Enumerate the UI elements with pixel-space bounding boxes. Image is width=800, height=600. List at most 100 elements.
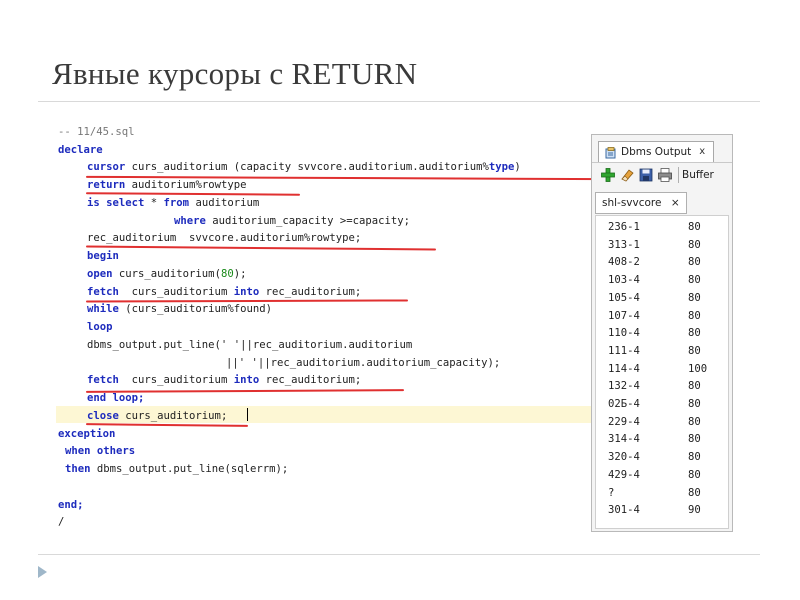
code-text: curs_auditorium — [118, 286, 234, 298]
output-row: 105-4 80 — [608, 291, 701, 304]
kw-declare: declare — [58, 144, 103, 156]
code-text: curs_auditorium; — [118, 410, 228, 422]
output-capacity: 80 — [688, 238, 701, 251]
output-row: 114-4 100 — [608, 362, 707, 375]
output-room: 313-1 — [608, 238, 640, 251]
code-text: rec_auditorium; — [259, 374, 362, 386]
add-icon[interactable] — [599, 166, 617, 184]
output-row: 320-4 80 — [608, 451, 701, 464]
output-row: 236-1 80 — [608, 221, 701, 233]
code-line-1: -- 11/45.sql — [58, 124, 135, 141]
output-capacity: 80 — [688, 433, 701, 446]
output-room: 320-4 — [608, 451, 640, 464]
dbms-toolbar: Buffer — [592, 162, 732, 186]
output-capacity: 80 — [688, 291, 701, 304]
code-text: curs_auditorium — [118, 374, 234, 386]
code-line-19: when others — [65, 443, 135, 460]
code-text: auditorium%rowtype — [125, 179, 247, 191]
output-row: 111-4 80 — [608, 344, 701, 357]
code-line-9: open curs_auditorium(80); — [87, 266, 246, 283]
code-text: auditorium — [189, 197, 260, 209]
kw-return: return — [87, 179, 126, 191]
kw-end: end; — [58, 499, 84, 511]
slide-title: Явные курсоры с RETURN — [52, 56, 418, 91]
dbms-output-icon — [605, 146, 617, 159]
code-text: * — [144, 197, 164, 209]
kw-cursor: cursor — [87, 161, 126, 173]
output-capacity: 80 — [688, 274, 701, 287]
code-line-18: exception — [58, 426, 115, 443]
output-room: 02Б-4 — [608, 398, 640, 410]
kw-open: open — [87, 268, 113, 280]
output-capacity: 80 — [688, 256, 701, 269]
kw-is-select: is select — [87, 197, 145, 209]
dbms-output-tab[interactable]: Dbms Output x — [598, 141, 715, 162]
save-icon[interactable] — [637, 166, 655, 184]
close-icon[interactable]: x — [699, 142, 705, 162]
code-line-10: fetch curs_auditorium into rec_auditoriu… — [87, 284, 361, 301]
text-caret — [247, 408, 248, 421]
code-text: dbms_output.put_line(' '||rec_auditorium… — [87, 339, 413, 351]
connection-subtab[interactable]: shl-svvcore × — [595, 192, 687, 214]
code-text: (curs_auditorium%found) — [118, 303, 272, 315]
output-capacity: 80 — [688, 380, 701, 393]
output-capacity: 80 — [688, 309, 701, 322]
close-icon[interactable]: × — [671, 197, 680, 209]
code-line-11: while (curs_auditorium%found) — [87, 301, 272, 318]
kw-type: type — [488, 161, 515, 173]
output-room: 110-4 — [608, 327, 640, 340]
output-room: 132-4 — [608, 380, 640, 393]
code-text: ); — [233, 268, 247, 280]
output-capacity: 80 — [688, 398, 701, 410]
output-room: 107-4 — [608, 309, 640, 322]
output-room: 103-4 — [608, 274, 640, 287]
code-line-14: ||' '||rec_auditorium.auditorium_capacit… — [226, 355, 500, 372]
output-room: ? — [608, 486, 615, 499]
output-row: 429-4 80 — [608, 469, 701, 481]
code-text: rec_auditorium svvcore.auditorium%rowtyp… — [87, 232, 362, 244]
output-room: 114-4 — [608, 362, 640, 375]
output-room: 105-4 — [608, 291, 640, 304]
eraser-icon[interactable] — [618, 166, 636, 184]
output-room: 301-4 — [608, 504, 640, 517]
output-room: 229-4 — [608, 415, 640, 428]
code-line-6: where auditorium_capacity >=capacity; — [174, 213, 410, 230]
dbms-output-text[interactable]: 236-1 80 313-1 80 408-2 80 103-4 80 105-4 80 107-4… — [595, 215, 729, 529]
toolbar-separator — [678, 166, 679, 183]
code-text: curs_auditorium( — [112, 268, 221, 280]
bullet-arrow-icon — [38, 566, 47, 578]
code-text: dbms_output.put_line(sqlerrm); — [90, 463, 289, 475]
output-row: 313-1 80 — [608, 238, 701, 251]
code-text: ) — [514, 161, 521, 173]
kw-loop: loop — [87, 321, 113, 333]
output-room: 236-1 — [608, 221, 640, 233]
output-row: ? 80 — [608, 486, 701, 499]
dbms-output-panel: Dbms Output x Buffer shl-svvcore × 236-1… — [591, 134, 733, 532]
connection-subtab-label: shl-svvcore — [602, 197, 662, 209]
output-capacity: 80 — [688, 221, 701, 233]
code-line-5: is select * from auditorium — [87, 195, 259, 212]
buffer-label[interactable]: Buffer — [682, 169, 714, 181]
output-row: 229-4 80 — [608, 415, 701, 428]
kw-fetch: fetch — [87, 374, 119, 386]
code-text: / — [58, 516, 65, 528]
title-divider — [38, 101, 760, 102]
underline-fetch-2 — [85, 389, 405, 393]
output-row: 132-4 80 — [608, 380, 701, 393]
print-icon[interactable] — [656, 166, 674, 184]
code-line-22: / — [58, 514, 64, 531]
kw-into: into — [233, 374, 260, 386]
output-row: 02Б-4 80 — [608, 398, 701, 410]
output-room: 111-4 — [608, 344, 640, 357]
kw-when-others: when others — [65, 445, 136, 457]
code-line-3: cursor curs_auditorium (capacity svvcore… — [87, 159, 521, 176]
output-row: 107-4 80 — [608, 309, 701, 322]
code-number: 80 — [220, 268, 234, 280]
output-capacity: 90 — [688, 504, 701, 517]
output-room: 408-2 — [608, 256, 640, 269]
output-row: 314-4 80 — [608, 433, 701, 445]
code-line-15: fetch curs_auditorium into rec_auditoriu… — [87, 372, 361, 389]
output-capacity: 80 — [688, 486, 701, 499]
kw-then: then — [65, 463, 91, 475]
code-line-20: then dbms_output.put_line(sqlerrm); — [65, 461, 288, 478]
